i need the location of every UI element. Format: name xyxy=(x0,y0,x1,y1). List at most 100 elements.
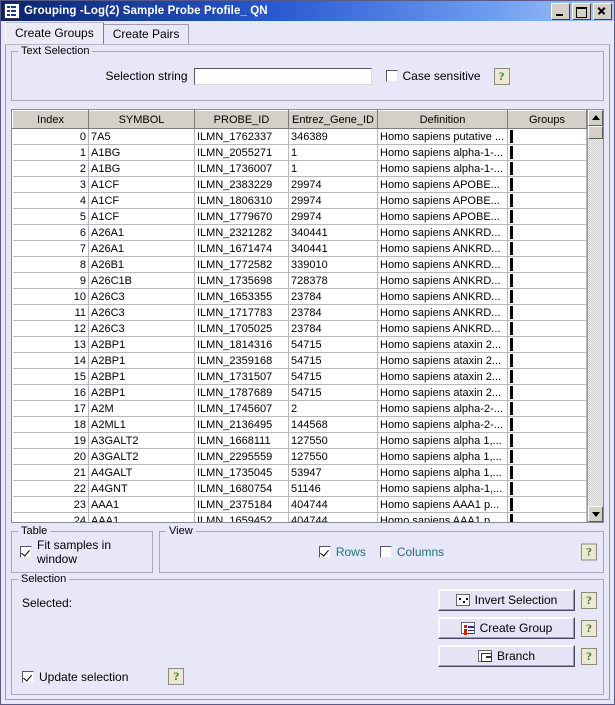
column-header-definition[interactable]: Definition xyxy=(377,110,508,129)
cell-symbol[interactable]: A26C3 xyxy=(88,320,195,337)
cell-symbol[interactable]: 7A5 xyxy=(88,128,195,145)
cell-index[interactable]: 5 xyxy=(12,208,89,225)
fit-samples-checkbox[interactable] xyxy=(20,546,32,558)
cell-entrez-gene-id[interactable]: 29974 xyxy=(288,176,378,193)
cell-entrez-gene-id[interactable]: 54715 xyxy=(288,368,378,385)
cell-groups[interactable] xyxy=(507,448,587,465)
cell-entrez-gene-id[interactable]: 340441 xyxy=(288,240,378,257)
table-row[interactable]: 14 A2BP1 ILMN_2359168 54715 Homo sapiens ata… xyxy=(12,352,587,369)
cell-groups[interactable] xyxy=(507,288,587,305)
cell-entrez-gene-id[interactable]: 127550 xyxy=(288,432,378,449)
cell-probe-id[interactable]: ILMN_2295559 xyxy=(194,448,289,465)
table-row[interactable]: 9 A26C1B ILMN_1735698 728378 Homo sapiens AN… xyxy=(12,272,587,289)
view-rows-checkbox-wrap[interactable]: Rows xyxy=(318,545,366,559)
cell-entrez-gene-id[interactable]: 51146 xyxy=(288,480,378,497)
cell-groups[interactable] xyxy=(507,336,587,353)
selection-string-input[interactable] xyxy=(193,67,372,85)
cell-index[interactable]: 0 xyxy=(12,128,89,145)
cell-index[interactable]: 8 xyxy=(12,256,89,273)
cell-entrez-gene-id[interactable]: 346389 xyxy=(288,128,378,145)
cell-probe-id[interactable]: ILMN_1705025 xyxy=(194,320,289,337)
cell-index[interactable]: 9 xyxy=(12,272,89,289)
cell-symbol[interactable]: A1CF xyxy=(88,208,195,225)
scrollbar-thumb[interactable] xyxy=(588,126,603,139)
view-columns-checkbox-wrap[interactable]: Columns xyxy=(379,545,444,559)
cell-probe-id[interactable]: ILMN_1731507 xyxy=(194,368,289,385)
cell-index[interactable]: 15 xyxy=(12,368,89,385)
cell-groups[interactable] xyxy=(507,160,587,177)
cell-symbol[interactable]: A26C1B xyxy=(88,272,195,289)
cell-entrez-gene-id[interactable]: 728378 xyxy=(288,272,378,289)
cell-groups[interactable] xyxy=(507,176,587,193)
table-row[interactable]: 23 AAA1 ILMN_2375184 404744 Homo sapiens AAA… xyxy=(12,496,587,513)
cell-index[interactable]: 17 xyxy=(12,400,89,417)
table-row[interactable]: 11 A26C3 ILMN_1717783 23784 Homo sapiens ANK… xyxy=(12,304,587,321)
cell-definition[interactable]: Homo sapiens APOBE... xyxy=(377,192,508,209)
table-row[interactable]: 20 A3GALT2 ILMN_2295559 127550 Homo sapiens … xyxy=(12,448,587,465)
cell-index[interactable]: 24 xyxy=(12,512,89,522)
table-row[interactable]: 16 A2BP1 ILMN_1787689 54715 Homo sapiens ata… xyxy=(12,384,587,401)
cell-definition[interactable]: Homo sapiens APOBE... xyxy=(377,208,508,225)
cell-probe-id[interactable]: ILMN_1668111 xyxy=(194,432,289,449)
table-row[interactable]: 0 7A5 ILMN_1762337 346389 Homo sapiens putat… xyxy=(12,128,587,145)
cell-index[interactable]: 7 xyxy=(12,240,89,257)
cell-index[interactable]: 3 xyxy=(12,176,89,193)
table-row[interactable]: 13 A2BP1 ILMN_1814316 54715 Homo sapiens ata… xyxy=(12,336,587,353)
cell-probe-id[interactable]: ILMN_1814316 xyxy=(194,336,289,353)
cell-definition[interactable]: Homo sapiens ataxin 2... xyxy=(377,352,508,369)
cell-index[interactable]: 19 xyxy=(12,432,89,449)
cell-probe-id[interactable]: ILMN_1680754 xyxy=(194,480,289,497)
view-columns-checkbox[interactable] xyxy=(379,546,392,558)
invert-selection-help-button[interactable]: ? xyxy=(581,591,597,609)
cell-probe-id[interactable]: ILMN_1735698 xyxy=(194,272,289,289)
cell-index[interactable]: 14 xyxy=(12,352,89,369)
cell-groups[interactable] xyxy=(507,304,587,321)
table-row[interactable]: 22 A4GNT ILMN_1680754 51146 Homo sapiens alp… xyxy=(12,480,587,497)
table-row[interactable]: 24 AAA1 ILMN_1659452 404744 Homo sapiens AAA… xyxy=(12,512,587,522)
cell-symbol[interactable]: A2BP1 xyxy=(88,368,195,385)
cell-definition[interactable]: Homo sapiens alpha-1,... xyxy=(377,480,508,497)
scrollbar-track[interactable] xyxy=(588,139,603,506)
cell-definition[interactable]: Homo sapiens ANKRD... xyxy=(377,256,508,273)
view-options-help-button[interactable]: ? xyxy=(581,543,597,561)
table-row[interactable]: 2 A1BG ILMN_1736007 1 Homo sapiens alpha-1-.… xyxy=(12,160,587,177)
cell-probe-id[interactable]: ILMN_1736007 xyxy=(194,160,289,177)
cell-index[interactable]: 16 xyxy=(12,384,89,401)
cell-probe-id[interactable]: ILMN_2321282 xyxy=(194,224,289,241)
cell-index[interactable]: 18 xyxy=(12,416,89,433)
cell-entrez-gene-id[interactable]: 54715 xyxy=(288,352,378,369)
text-selection-help-button[interactable]: ? xyxy=(493,67,510,85)
cell-definition[interactable]: Homo sapiens alpha-1-... xyxy=(377,160,508,177)
cell-index[interactable]: 1 xyxy=(12,144,89,161)
cell-symbol[interactable]: A1BG xyxy=(88,160,195,177)
cell-definition[interactable]: Homo sapiens ANKRD... xyxy=(377,240,508,257)
tab-create-pairs[interactable]: Create Pairs xyxy=(102,24,190,44)
column-header-probe-id[interactable]: PROBE_ID xyxy=(194,110,289,129)
cell-entrez-gene-id[interactable]: 54715 xyxy=(288,336,378,353)
fit-samples-checkbox-wrap[interactable]: Fit samples in window xyxy=(20,538,152,566)
create-group-button[interactable]: Create Group xyxy=(438,617,575,639)
cell-definition[interactable]: Homo sapiens alpha 1,... xyxy=(377,448,508,465)
cell-definition[interactable]: Homo sapiens ANKRD... xyxy=(377,224,508,241)
cell-definition[interactable]: Homo sapiens alpha-1-... xyxy=(377,144,508,161)
cell-entrez-gene-id[interactable]: 1 xyxy=(288,160,378,177)
scroll-down-arrow[interactable] xyxy=(588,506,603,522)
table-row[interactable]: 5 A1CF ILMN_1779670 29974 Homo sapiens APOBE… xyxy=(12,208,587,225)
cell-symbol[interactable]: A3GALT2 xyxy=(88,432,195,449)
cell-probe-id[interactable]: ILMN_2383229 xyxy=(194,176,289,193)
cell-definition[interactable]: Homo sapiens ataxin 2... xyxy=(377,368,508,385)
cell-symbol[interactable]: A26C3 xyxy=(88,288,195,305)
cell-groups[interactable] xyxy=(507,496,587,513)
cell-groups[interactable] xyxy=(507,192,587,209)
cell-definition[interactable]: Homo sapiens ataxin 2... xyxy=(377,336,508,353)
cell-index[interactable]: 4 xyxy=(12,192,89,209)
cell-groups[interactable] xyxy=(507,416,587,433)
branch-help-button[interactable]: ? xyxy=(581,647,597,665)
table-vertical-scrollbar[interactable] xyxy=(587,110,603,522)
cell-groups[interactable] xyxy=(507,320,587,337)
cell-probe-id[interactable]: ILMN_1745607 xyxy=(194,400,289,417)
cell-groups[interactable] xyxy=(507,480,587,497)
scroll-up-arrow[interactable] xyxy=(588,110,603,126)
cell-definition[interactable]: Homo sapiens ataxin 2... xyxy=(377,384,508,401)
branch-button[interactable]: Branch xyxy=(438,645,575,667)
